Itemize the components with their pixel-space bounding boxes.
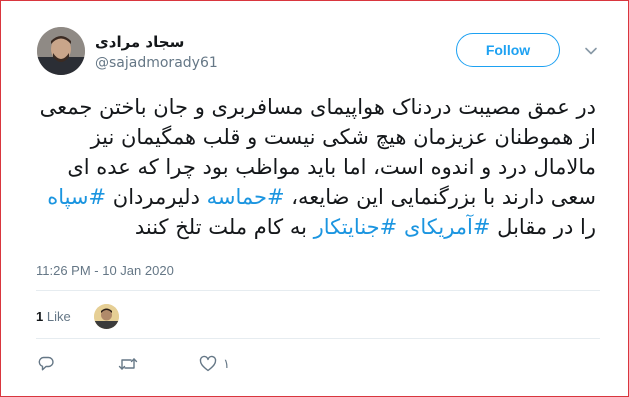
liker-avatar[interactable] [94,304,119,329]
retweet-action[interactable] [118,355,138,373]
author-avatar-image [37,27,85,75]
reply-icon[interactable] [37,355,55,373]
likes-count: 1 [36,309,44,324]
author-handle[interactable]: @sajadmorady61 [95,55,218,71]
tweet-text-segment: دلیرمردان [106,185,207,209]
divider [36,338,600,339]
hashtag-link-sepah[interactable]: #سپاه [47,185,106,209]
tweet-text-segment: را در مقابل [490,215,596,239]
author-display-name[interactable]: سجاد مرادی [95,33,184,51]
heart-icon[interactable] [199,355,217,373]
author-avatar[interactable] [37,27,85,75]
hashtag-link-america[interactable]: #آمریکای [404,215,491,239]
tweet-text-segment: به کام ملت تلخ کنند [134,215,314,239]
hashtag-link-hamase[interactable]: #حماسه [207,185,285,209]
follow-button[interactable]: Follow [456,33,560,67]
like-count: ۱ [223,356,230,372]
like-action[interactable]: ۱ [199,355,230,373]
likes-summary[interactable]: 1 Like [36,309,71,324]
reply-action[interactable] [37,355,55,373]
liker-avatar-image [94,304,119,329]
hashtag-link-jenayatkar[interactable]: #جنایتکار [314,215,398,239]
tweet-text-segment [397,215,404,239]
tweet-timestamp[interactable]: 11:26 PM - 10 Jan 2020 [36,263,174,278]
likes-label: Like [46,309,71,324]
tweet-text: در عمق مصیبت دردناک هواپیمای مسافربری و … [36,92,596,242]
divider [36,290,600,291]
retweet-icon[interactable] [118,355,138,373]
chevron-down-icon[interactable] [584,44,598,58]
